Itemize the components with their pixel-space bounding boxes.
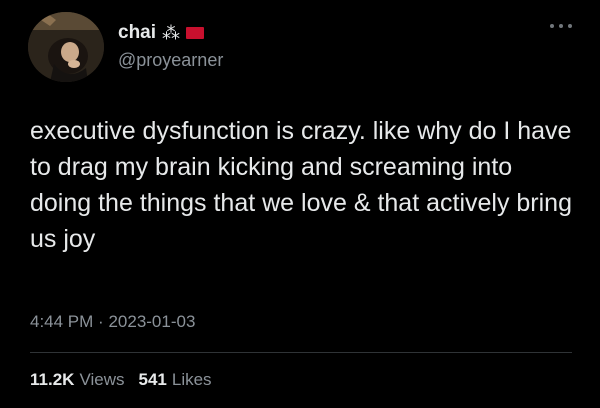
avatar[interactable] xyxy=(28,12,104,82)
more-options-icon[interactable] xyxy=(550,20,572,32)
views-count: 11.2K xyxy=(30,370,75,389)
likes-label: Likes xyxy=(171,370,212,389)
views-stat[interactable]: 11.2K Views xyxy=(30,370,124,390)
likes-stat[interactable]: 541 Likes xyxy=(138,370,211,390)
tweet-text: executive dysfunction is crazy. like why… xyxy=(30,117,572,253)
display-name[interactable]: chai xyxy=(118,22,156,44)
divider xyxy=(30,352,572,353)
name-row: chai ⁂ xyxy=(118,20,223,46)
tweet-card: chai ⁂ @proyearner executive dysfunction… xyxy=(0,0,600,408)
separator: · xyxy=(98,312,104,331)
sparkle-icon: ⁂ xyxy=(162,23,181,43)
likes-count: 541 xyxy=(138,370,167,389)
user-handle[interactable]: @proyearner xyxy=(118,50,223,71)
tweet-stats: 11.2K Views 541 Likes xyxy=(30,370,212,390)
flag-icon xyxy=(186,27,205,39)
tweet-date: 2023-01-03 xyxy=(108,312,196,331)
timestamp[interactable]: 4:44 PM · 2023-01-03 xyxy=(30,312,195,332)
user-header: chai ⁂ @proyearner xyxy=(118,20,223,71)
tweet-time: 4:44 PM xyxy=(30,312,94,331)
views-label: Views xyxy=(79,370,125,389)
avatar-photo-icon xyxy=(28,12,104,82)
